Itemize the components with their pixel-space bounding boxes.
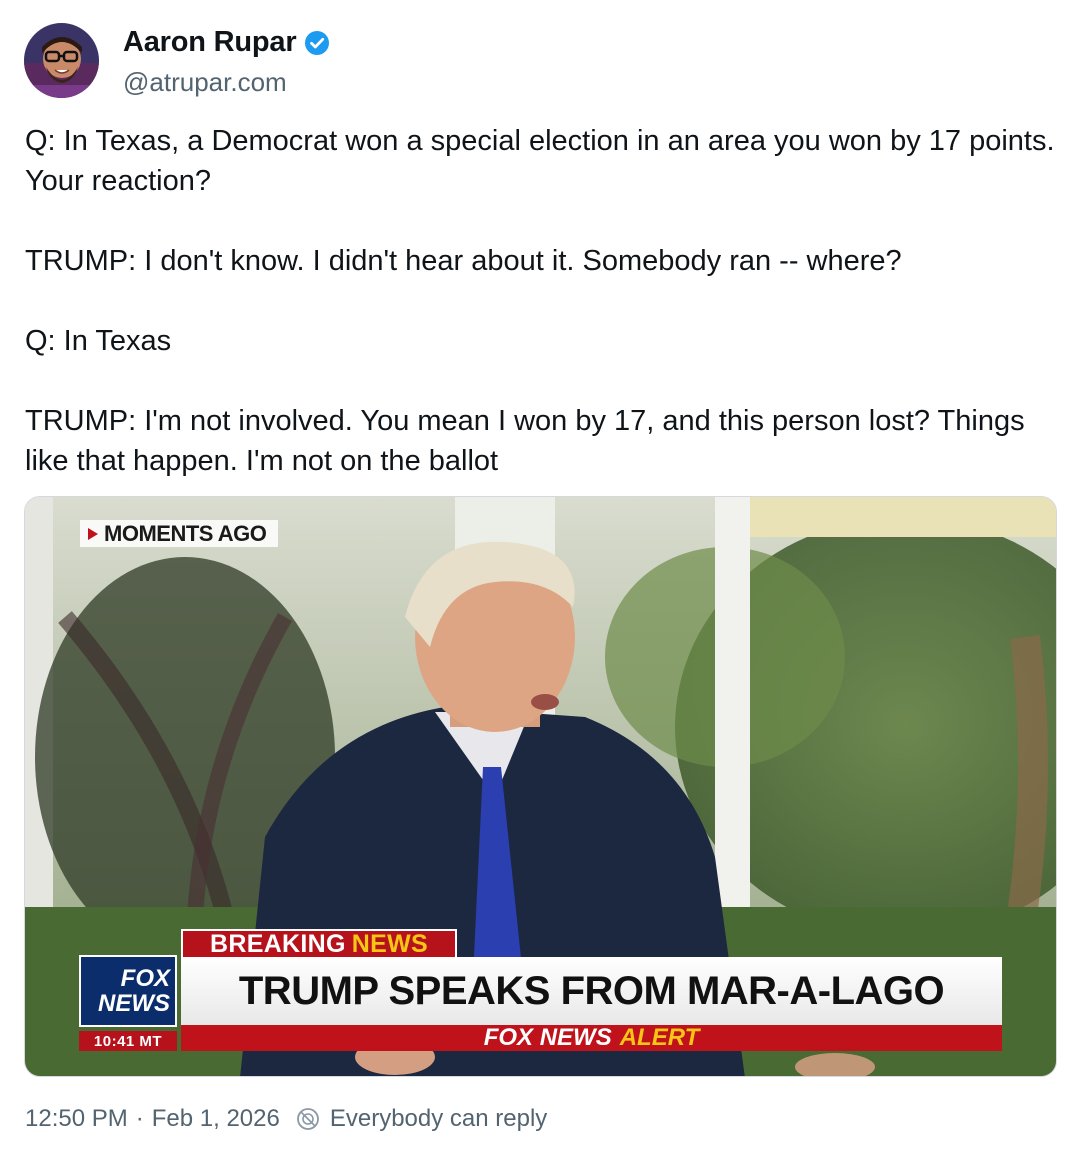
- broadcast-time: 10:41 MT: [79, 1031, 177, 1051]
- post-time[interactable]: 12:50 PM: [25, 1105, 128, 1133]
- post-paragraph: TRUMP: I'm not involved. You mean I won …: [25, 405, 1025, 477]
- breaking-word: BREAKING: [210, 929, 346, 958]
- post-paragraph: Q: In Texas: [25, 325, 172, 357]
- name-row: Aaron Rupar: [123, 26, 330, 59]
- reply-permission-icon: [296, 1107, 320, 1131]
- handle[interactable]: @atrupar.com: [123, 67, 287, 98]
- avatar[interactable]: [24, 23, 99, 98]
- news-word: NEWS: [351, 929, 428, 958]
- post-paragraph: TRUMP: I don't know. I didn't hear about…: [25, 245, 902, 277]
- avatar-image: [24, 23, 99, 98]
- alert-brand: FOX NEWS: [483, 1024, 612, 1051]
- breaking-news-tag: BREAKING NEWS: [181, 929, 457, 959]
- reply-setting[interactable]: Everybody can reply: [330, 1105, 547, 1133]
- chyron-headline: TRUMP SPEAKS FROM MAR-A-LAGO: [181, 957, 1002, 1025]
- display-name[interactable]: Aaron Rupar: [123, 26, 297, 59]
- play-triangle-icon: [88, 527, 98, 540]
- post-footer: 12:50 PM · Feb 1, 2026 Everybody can rep…: [25, 1105, 547, 1133]
- moments-ago-label: MOMENTS AGO: [80, 520, 279, 547]
- post: Aaron Rupar @atrupar.com Q: In Texas, a …: [0, 0, 1082, 1150]
- video-thumbnail[interactable]: MOMENTS AGO BREAKING NEWS TRUMP SPEAKS F…: [24, 496, 1057, 1077]
- post-date[interactable]: Feb 1, 2026: [152, 1105, 280, 1133]
- post-text: Q: In Texas, a Democrat won a special el…: [25, 121, 1065, 481]
- fox-news-alert-bar: FOX NEWS ALERT: [181, 1024, 1002, 1051]
- fox-news-logo-icon: FOX NEWS: [79, 955, 177, 1027]
- moments-text: MOMENTS AGO: [104, 520, 267, 546]
- alert-word: ALERT: [619, 1024, 700, 1051]
- logo-news: NEWS: [98, 990, 170, 1017]
- separator-dot: ·: [135, 1105, 144, 1132]
- verified-badge-icon: [304, 30, 330, 56]
- post-paragraph: Q: In Texas, a Democrat won a special el…: [25, 125, 1055, 197]
- logo-fox: FOX: [120, 965, 170, 992]
